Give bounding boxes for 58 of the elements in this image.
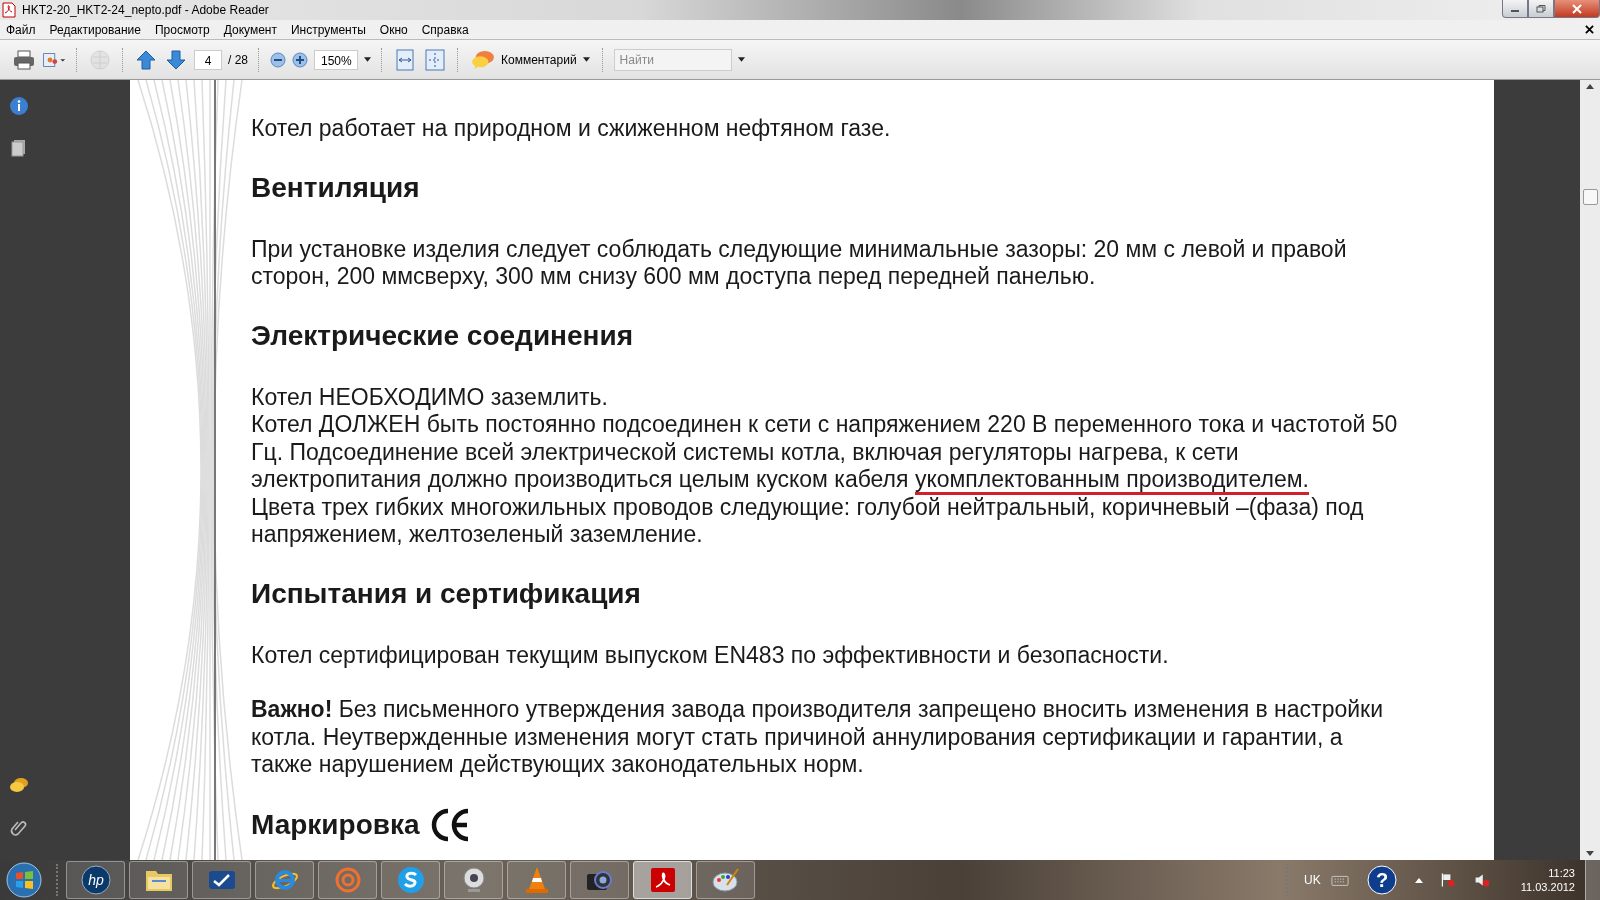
fit-width-icon[interactable] — [393, 47, 417, 72]
search-field[interactable]: Найти — [613, 48, 732, 71]
menu-item[interactable]: Справка — [421, 22, 469, 37]
body-paragraph: Котел ДОЛЖЕН быть постоянно подсоединен к сети с напряжением 220 В переменного тока и частотой 50 Гц. Подсоединение всей электрической системы котла, включая регуляторы нагрева, к сети электропитания должно производиться целым куском кабеля укомплектованным производителем. — [251, 411, 1406, 494]
start-button[interactable] — [6, 862, 42, 898]
clock-date: 11.03.2012 — [1520, 880, 1575, 894]
scroll-thumb[interactable] — [1582, 189, 1598, 205]
page-number-field[interactable]: 4 — [194, 49, 222, 70]
zoom-field[interactable]: 150% — [314, 49, 358, 70]
menu-item[interactable]: Инструменты — [291, 22, 366, 37]
info-icon[interactable] — [9, 96, 29, 116]
help-icon[interactable]: ? — [1366, 865, 1397, 895]
caret-icon — [582, 57, 590, 62]
heading-text: Электрические соединения — [251, 318, 634, 353]
taskbar-button[interactable] — [633, 861, 692, 899]
restore-button[interactable] — [1528, 0, 1554, 18]
vertical-scrollbar[interactable] — [1580, 80, 1600, 860]
comment-button[interactable]: Комментарий — [469, 49, 592, 70]
page-total: / 28 — [228, 52, 248, 67]
caret-icon[interactable] — [737, 57, 745, 62]
zoom-out-icon[interactable] — [270, 51, 286, 68]
taskbar-button[interactable]: hp — [66, 861, 125, 899]
pdf-document-icon — [2, 2, 16, 18]
restore-icon — [1536, 4, 1546, 13]
body-paragraph: Цвета трех гибких многожильных проводов следующие: голубой нейтральный, коричневый –(фаза) под напряжением, желтозеленый заземление. — [251, 493, 1365, 549]
window-title: HKT2-20_HKT2-24_nepto.pdf - Adobe Reader — [22, 3, 269, 17]
minimize-button[interactable] — [1502, 0, 1528, 18]
menu-item[interactable]: Просмотр — [154, 22, 210, 37]
printer-icon[interactable] — [12, 47, 36, 72]
body-paragraph: Котел сертифицирован текущим выпуском EN483 по эффективности и безопасности. — [251, 641, 1170, 669]
hp-logo-icon: hp — [80, 865, 111, 895]
menu-item[interactable]: Файл — [6, 22, 36, 37]
menu-item[interactable]: Документ — [223, 22, 277, 37]
caret-icon[interactable] — [364, 57, 371, 62]
clock[interactable]: 11:23 11.03.2012 — [1520, 866, 1575, 894]
letter-s-icon — [395, 865, 426, 895]
down-arrow-icon[interactable] — [1586, 851, 1594, 856]
zoom-in-icon[interactable] — [292, 51, 308, 68]
menu-item[interactable]: Редактирование — [49, 22, 141, 37]
heading-text: Вентиляция — [251, 170, 420, 205]
speech-bubbles-icon — [471, 49, 495, 70]
underlined-phrase: укомплектованным производителем. — [914, 466, 1309, 495]
down-arrow-icon[interactable] — [164, 47, 188, 72]
body-paragraph: При установке изделия следует соблюдать следующие минимальные зазоры: 20 мм с левой и правой сторон, 200 ммсверху, 300 мм снизу 600 мм доступа перед передней панелью. — [251, 235, 1348, 291]
clock-time: 11:23 — [1548, 866, 1575, 880]
heading-text: Маркировка — [251, 807, 420, 842]
heading-text: Испытания и сертификация — [251, 576, 641, 611]
menu-item[interactable]: Окно — [379, 22, 408, 37]
body-paragraph: Котел работает на природном и сжиженном нефтяном газе. — [251, 115, 892, 143]
up-arrow-icon[interactable] — [1414, 877, 1423, 883]
body-paragraph: Важно! Без письменного утверждения завода производителя запрещено вносить изменения в настройки котла. Неутвержденные изменения могут стать причиной аннулирования сертификации и гарантии, а также нарушением действующих законодательных норм. — [251, 696, 1384, 779]
close-icon — [1572, 3, 1582, 14]
up-arrow-icon[interactable] — [1586, 84, 1594, 89]
close-icon[interactable] — [1585, 25, 1594, 34]
body-paragraph: Котел НЕОБХОДИМО заземлить. — [251, 383, 609, 411]
close-button[interactable] — [1554, 0, 1600, 18]
paperclip-icon[interactable] — [9, 818, 29, 838]
language-indicator[interactable]: UK — [1304, 873, 1321, 887]
